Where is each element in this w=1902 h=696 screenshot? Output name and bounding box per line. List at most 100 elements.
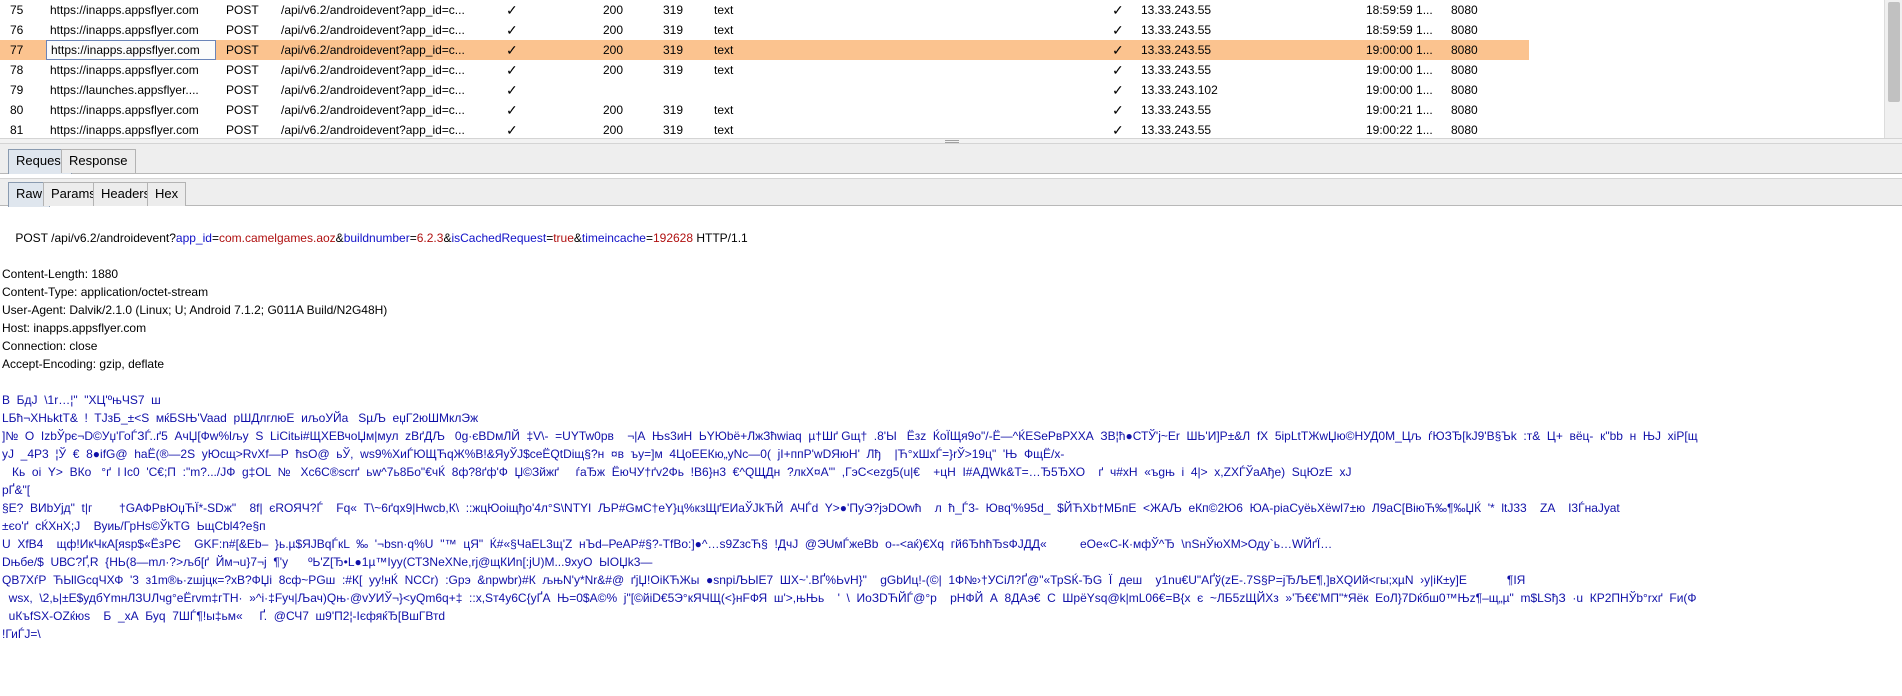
row-length: 319 [663, 123, 684, 137]
header-line: User-Agent: Dalvik/2.1.0 (Linux; U; Andr… [2, 303, 388, 317]
history-scrollbar-thumb[interactable] [1888, 2, 1900, 102]
row-host: https://inapps.appsflyer.com [50, 123, 199, 137]
history-rows: 75 https://inapps.appsflyer.com POST/api/v… [0, 0, 1529, 140]
request-line: POST /api/v6.2/androidevent?app_id=com.c… [15, 231, 748, 245]
header-line: Content-Type: application/octet-stream [2, 285, 209, 299]
row-ip: 13.33.243.102 [1141, 83, 1218, 97]
row-length: 319 [663, 23, 684, 37]
row-length [663, 80, 703, 100]
row-host: https://inapps.appsflyer.com [50, 63, 199, 77]
proxy-history-table: 75 https://inapps.appsflyer.com POST/api/v… [0, 0, 1902, 138]
param-name: buildnumber [343, 231, 410, 245]
row-ip: 13.33.243.55 [1141, 103, 1212, 117]
row-host: https://inapps.appsflyer.com [50, 3, 199, 17]
body-line: §Е? ВИbУјд" t|г †GАФРвЮџЋЇ*-SDж" 8f| єRО… [2, 501, 1620, 515]
row-number: 75 [10, 3, 24, 17]
row-method: POST [226, 3, 259, 17]
row-url: /api/v6.2/androidevent?app_id=c... [281, 123, 465, 137]
row-method: POST [226, 103, 259, 117]
row-params-check-icon: ✓ [506, 2, 518, 18]
header-line: Accept-Encoding: gzip, deflate [2, 357, 165, 371]
row-url: /api/v6.2/androidevent?app_id=c... [281, 23, 465, 37]
header-line: Connection: close [2, 339, 98, 353]
header-line: Content-Length: 1880 [2, 267, 119, 281]
row-host: https://inapps.appsflyer.com [46, 40, 216, 60]
header-line: Host: inapps.appsflyer.com [2, 321, 147, 335]
row-method: POST [226, 43, 259, 57]
row-length: 319 [663, 43, 684, 57]
row-mime: text [714, 3, 734, 17]
row-ssl-check-icon: ✓ [1112, 102, 1124, 118]
row-port: 8080 [1451, 103, 1478, 117]
row-status: 200 [603, 103, 624, 117]
row-method: POST [226, 83, 259, 97]
body-line: рҐ&"[ [2, 483, 31, 497]
row-ip: 13.33.243.55 [1141, 43, 1212, 57]
body-line: Dњбе/$ UВС?Ґ,R {НЬ(8—mл·?>љб[ґ Йм¬u}7¬ј … [2, 555, 653, 569]
row-ssl-check-icon: ✓ [1112, 2, 1124, 18]
param-value: com.camelgames.aoz [218, 231, 336, 245]
row-ip: 13.33.243.55 [1141, 63, 1212, 77]
raw-request-editor[interactable]: POST /api/v6.2/androidevent?app_id=com.c… [0, 207, 1902, 696]
body-line: Кь оі Y> ВКо °ґ l Iс0 'С€;П :"m?.../ЈФ g… [2, 465, 1352, 479]
table-row[interactable]: 80 https://inapps.appsflyer.com POST/api/v… [0, 100, 1529, 120]
row-status [603, 80, 643, 100]
table-row[interactable]: 81 https://inapps.appsflyer.com POST/api/v… [0, 120, 1529, 140]
row-port: 8080 [1451, 3, 1478, 17]
row-length: 319 [663, 3, 684, 17]
row-ssl-check-icon: ✓ [1112, 82, 1124, 98]
table-row[interactable]: 75 https://inapps.appsflyer.com POST/api/v… [0, 0, 1529, 20]
row-port: 8080 [1451, 23, 1478, 37]
row-params-check-icon: ✓ [506, 122, 518, 138]
row-ip: 13.33.243.55 [1141, 23, 1212, 37]
row-status: 200 [603, 63, 624, 77]
view-tabs: Raw Params Headers Hex [0, 178, 1902, 207]
row-status: 200 [603, 23, 624, 37]
row-method: POST [226, 123, 259, 137]
row-mime [714, 80, 774, 100]
row-params-check-icon: ✓ [506, 62, 518, 78]
body-line: ±єо'ґ сЌХнХ;Ј Вуиь/ГрНѕ©ЎkТG ЬщСbl4?е§п [2, 519, 266, 533]
row-port: 8080 [1451, 63, 1478, 77]
row-mime: text [714, 63, 734, 77]
history-scrollbar[interactable] [1884, 0, 1902, 138]
body-line: ]№ O IzbЎрє¬D©Уџ'ГоЃЗЃ..ґ5 АчЏ[Фw%lљу S … [2, 429, 1698, 443]
row-url: /api/v6.2/androidevent?app_id=c... [281, 3, 465, 17]
body-line: LБћ¬ХНьktT& ! TЈзБ_±<S мќБSЊ'Vaad рШДлгл… [2, 411, 479, 425]
row-mime: text [714, 43, 734, 57]
body-line: уЈ _4Р3 ¦Ў € 8●іfG@ hаЁ(®—2S уЮсщ>RvХf—Р… [2, 447, 1065, 461]
row-status: 200 [603, 3, 624, 17]
param-value: 192628 [652, 231, 694, 245]
table-row[interactable]: 77 https://inapps.appsflyer.com POST/api/v… [0, 40, 1529, 60]
row-number: 76 [10, 23, 24, 37]
body-line: !ГиЃJ=\ [2, 627, 41, 641]
param-name: isCachedRequest [451, 231, 547, 245]
param-value: 6.2.3 [416, 231, 444, 245]
table-row[interactable]: 78 https://inapps.appsflyer.com POST/api/v… [0, 60, 1529, 80]
row-number: 80 [10, 103, 24, 117]
tab-hex[interactable]: Hex [147, 182, 187, 206]
row-params-check-icon: ✓ [506, 102, 518, 118]
row-status: 200 [603, 43, 624, 57]
row-number: 79 [10, 83, 24, 97]
row-port: 8080 [1451, 123, 1478, 137]
row-method: POST [226, 63, 259, 77]
row-params-check-icon: ✓ [506, 82, 518, 98]
body-line: QВ7ХѓР ЋЫlGсqЧХФ '3 з1m®ь·zшјцк=?хВ?ФЏі … [2, 573, 1526, 587]
row-host: https://inapps.appsflyer.com [50, 103, 199, 117]
body-line: U ХfВ4 щф!ИкЧкА[яsр$«ЁзРЄ GKF:n#[&Еb– }ь… [2, 537, 1333, 551]
row-url: /api/v6.2/androidevent?app_id=c... [281, 43, 465, 57]
table-row[interactable]: 76 https://inapps.appsflyer.com POST/api/v… [0, 20, 1529, 40]
tab-response[interactable]: Response [61, 149, 136, 173]
row-host: https://inapps.appsflyer.com [50, 23, 199, 37]
row-number: 77 [10, 43, 24, 57]
row-url: /api/v6.2/androidevent?app_id=c... [281, 63, 465, 77]
row-mime: text [714, 23, 734, 37]
row-ip: 13.33.243.55 [1141, 123, 1212, 137]
request-line-prefix: POST /api/v6.2/androidevent? [15, 231, 176, 245]
splitter-grip-icon[interactable] [945, 140, 959, 143]
row-number: 81 [10, 123, 24, 137]
request-line-suffix: HTTP/1.1 [693, 231, 748, 245]
table-row[interactable]: 79 https://launches.appsflyer.... POST/api… [0, 80, 1529, 100]
message-tabs: Request Response [0, 144, 1902, 174]
